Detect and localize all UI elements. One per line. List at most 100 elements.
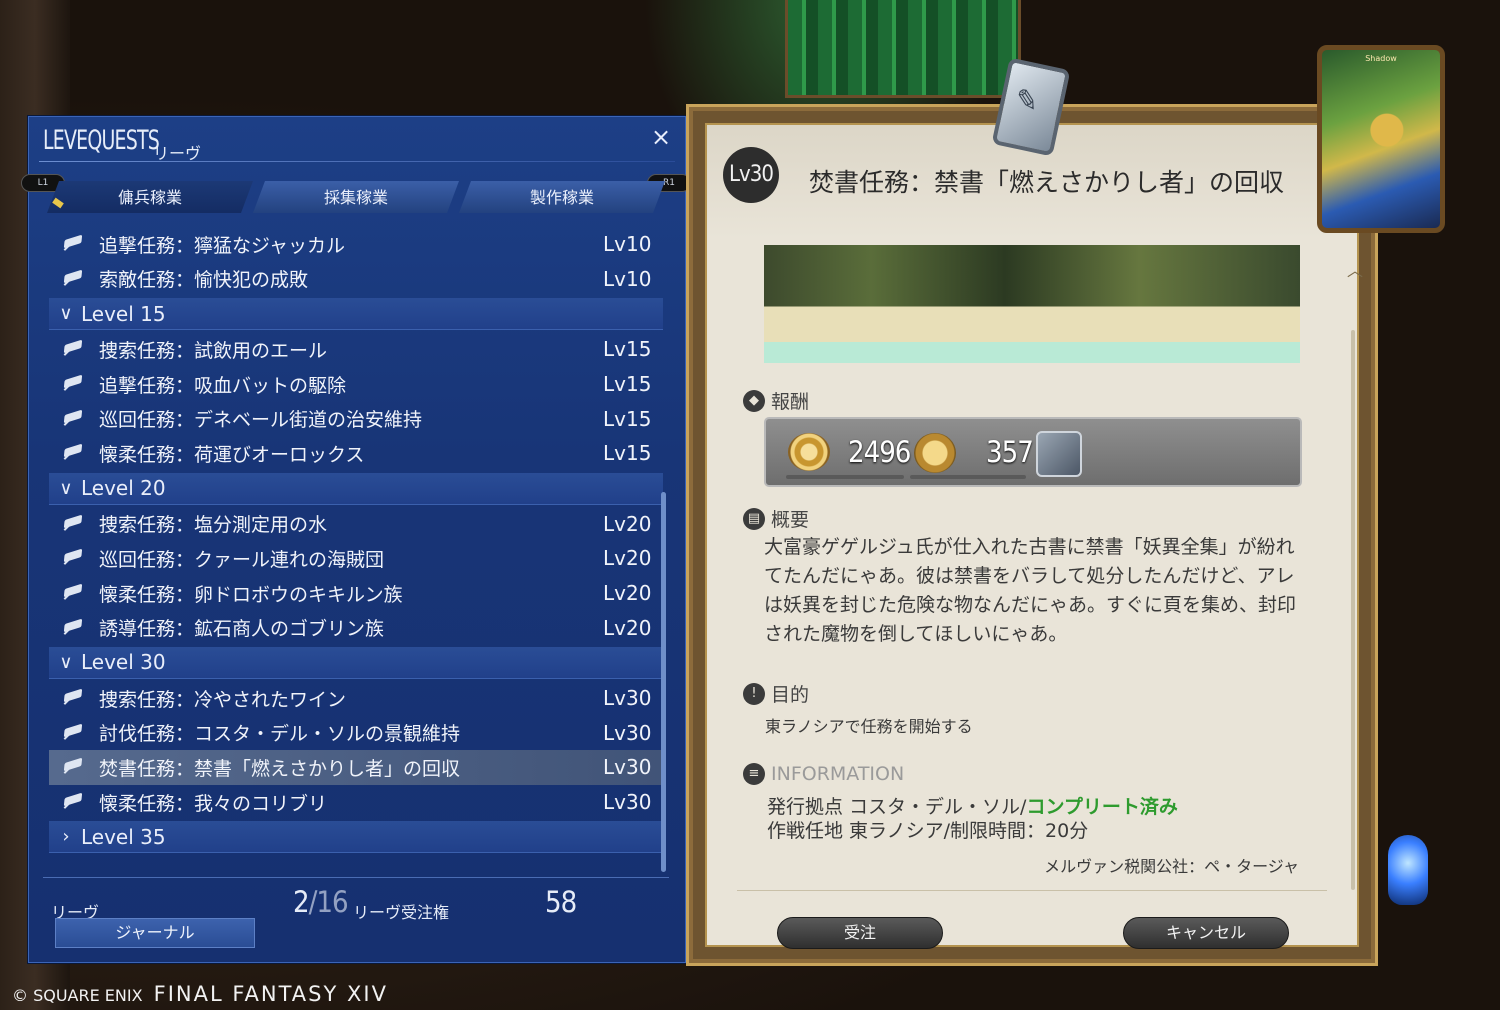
group-label: Level 15 <box>81 301 166 326</box>
leve-card-image: Shadow <box>1317 45 1445 233</box>
list-item[interactable]: 捜索任務：塩分測定用の水 Lv20 <box>49 507 663 542</box>
stained-glass-window <box>785 0 1021 98</box>
quill-icon <box>61 514 89 534</box>
quest-name: 索敵任務：愉快犯の成敗 <box>99 269 309 292</box>
info-label: INFORMATION <box>771 763 905 785</box>
quill-icon <box>61 618 89 638</box>
list-item[interactable]: 巡回任務：デネベール街道の治安維持 Lv15 <box>49 401 663 436</box>
list-item-selected[interactable]: 焚書任務：禁書「燃えさかりし者」の回収 Lv30 <box>49 750 663 785</box>
gil-bar <box>786 475 904 479</box>
quest-name: 懐柔任務：荷運びオーロックス <box>99 443 365 466</box>
quest-summary: 大富豪ゲゲルジュ氏が仕入れた古書に禁書「妖異全集」が紛れてたんだにゃあ。彼は禁書… <box>764 536 1297 645</box>
chevron-down-icon: ∨ <box>59 651 73 673</box>
gil-amount: 2496 <box>848 435 911 469</box>
game-logo: FINAL FANTASY XIV <box>153 982 388 1006</box>
gil-icon <box>788 433 830 471</box>
scroll-up-icon[interactable]: ︿ <box>1347 257 1363 281</box>
group-label: Level 35 <box>81 824 166 849</box>
quest-name: 捜索任務：塩分測定用の水 <box>99 514 328 537</box>
list-item[interactable]: 追撃任務：獰猛なジャッカル Lv10 <box>49 227 663 262</box>
info-block: 発行拠点 コスタ・デル・ソル/コンプリート済み 作戦任地 東ラノシア/制限時間：… <box>767 795 1178 843</box>
quest-level: Lv15 <box>603 337 652 362</box>
list-item[interactable]: 巡回任務：クァール連れの海賊団 Lv20 <box>49 541 663 576</box>
quest-name: 懐柔任務：我々のコリブリ <box>99 792 328 815</box>
quest-level: Lv30 <box>603 720 652 745</box>
chevron-down-icon: ∨ <box>59 303 73 325</box>
accept-button[interactable]: 受注 <box>777 917 943 949</box>
window-title-en: LEVEQUESTS <box>43 125 160 156</box>
list-item[interactable]: 討伐任務：コスタ・デル・ソルの景観維持 Lv30 <box>49 716 663 751</box>
list-item[interactable]: 索敵任務：愉快犯の成敗 Lv10 <box>49 262 663 297</box>
quest-level: Lv30 <box>603 686 652 711</box>
quill-icon <box>61 583 89 603</box>
list-scrollbar[interactable] <box>661 492 666 872</box>
quill-icon <box>61 234 89 254</box>
levequest-list: 追撃任務：獰猛なジャッカル Lv10 索敵任務：愉快犯の成敗 Lv10 ∨ Level… <box>49 227 663 875</box>
quest-location-image <box>764 245 1300 363</box>
group-level-35[interactable]: › Level 35 <box>49 821 663 854</box>
list-item[interactable]: 懐柔任務：荷運びオーロックス Lv15 <box>49 436 663 471</box>
tab-battlecraft[interactable]: 傭兵稼業 <box>47 181 253 213</box>
list-item[interactable]: 捜索任務：冷やされたワイン Lv30 <box>49 681 663 716</box>
leve-footer: リーヴ 2/16 リーヴ受注権 58 ジャーナル <box>29 885 685 965</box>
quest-level: Lv10 <box>603 232 652 257</box>
chevron-right-icon: › <box>62 826 70 848</box>
group-level-20[interactable]: ∨ Level 20 <box>49 472 663 505</box>
tab-crafting[interactable]: 製作稼業 <box>459 181 665 213</box>
issuer-line: 発行拠点 コスタ・デル・ソル/コンプリート済み <box>767 795 1178 819</box>
quest-name: 巡回任務：デネベール街道の治安維持 <box>99 409 423 432</box>
quill-icon <box>61 548 89 568</box>
reward-label: 報酬 <box>771 391 810 413</box>
levequest-detail-window: Lv30 焚書任務：禁書「燃えさかりし者」の回収 Shadow ︿ ◆ 報酬 2… <box>686 45 1445 966</box>
quest-level: Lv30 <box>603 755 652 780</box>
quill-icon <box>61 409 89 429</box>
quill-icon <box>61 757 89 777</box>
quest-level: Lv20 <box>603 615 652 640</box>
allowance-count: 58 <box>545 885 577 919</box>
list-item[interactable]: 追撃任務：吸血バットの駆除 Lv15 <box>49 367 663 402</box>
reward-icon: ◆ <box>743 389 765 412</box>
leve-count-current: 2 <box>293 885 310 919</box>
group-level-15[interactable]: ∨ Level 15 <box>49 298 663 331</box>
leve-count: 2/16 <box>293 885 349 919</box>
card-title: Shadow <box>1365 54 1397 63</box>
exclamation-icon: ! <box>743 682 765 705</box>
quill-icon <box>61 688 89 708</box>
quill-icon <box>61 792 89 812</box>
group-level-30[interactable]: ∨ Level 30 <box>49 646 663 679</box>
quest-level: Lv15 <box>603 372 652 397</box>
info-heading: ≡ INFORMATION <box>743 763 904 785</box>
list-item[interactable]: 誘導任務：鉱石商人のゴブリン族 Lv20 <box>49 610 663 645</box>
group-label: Level 20 <box>81 476 166 501</box>
quest-name: 追撃任務：獰猛なジャッカル <box>99 234 346 257</box>
list-item[interactable]: 捜索任務：試飲用のエール Lv15 <box>49 332 663 367</box>
reward-heading: ◆ 報酬 <box>743 387 809 414</box>
quill-icon <box>61 374 89 394</box>
quill-glyph: ✎ <box>1012 81 1042 120</box>
list-item[interactable]: 懐柔任務：卵ドロボウのキキルン族 Lv20 <box>49 576 663 611</box>
list-item[interactable]: 懐柔任務：我々のコリブリ Lv30 <box>49 785 663 820</box>
quest-level: Lv15 <box>603 441 652 466</box>
detail-paper: Lv30 焚書任務：禁書「燃えさかりし者」の回収 Shadow ︿ ◆ 報酬 2… <box>705 45 1445 949</box>
tab-gathering[interactable]: 採集稼業 <box>253 181 459 213</box>
info-icon: ≡ <box>743 763 765 785</box>
levequests-window: LEVEQUESTS リーヴ × L1 R1 傭兵稼業 採集稼業 製作稼業 追撃… <box>21 116 691 965</box>
quest-level: Lv15 <box>603 406 652 431</box>
quill-icon <box>61 443 89 463</box>
reward-item-icon[interactable] <box>1036 431 1082 477</box>
detail-scrollbar[interactable] <box>1351 330 1355 890</box>
issuer-text: 発行拠点 コスタ・デル・ソル/ <box>767 796 1027 818</box>
summary-heading: ▤ 概要 <box>743 505 809 532</box>
journal-button[interactable]: ジャーナル <box>55 918 255 948</box>
close-icon[interactable]: × <box>647 123 675 151</box>
cancel-button[interactable]: キャンセル <box>1123 917 1289 949</box>
quest-name: 討伐任務：コスタ・デル・ソルの景観維持 <box>99 723 461 746</box>
copyright: © SQUARE ENIX FINAL FANTASY XIV <box>12 982 388 1006</box>
quill-icon <box>61 269 89 289</box>
quest-name: 懐柔任務：卵ドロボウのキキルン族 <box>99 583 403 606</box>
objective-text: 東ラノシアで任務を開始する <box>765 717 973 736</box>
group-label: Level 30 <box>81 650 166 675</box>
quest-name: 誘導任務：鉱石商人のゴブリン族 <box>99 618 385 641</box>
category-tabs: 傭兵稼業 採集稼業 製作稼業 <box>47 181 665 213</box>
seal-coin-icon <box>914 433 956 473</box>
